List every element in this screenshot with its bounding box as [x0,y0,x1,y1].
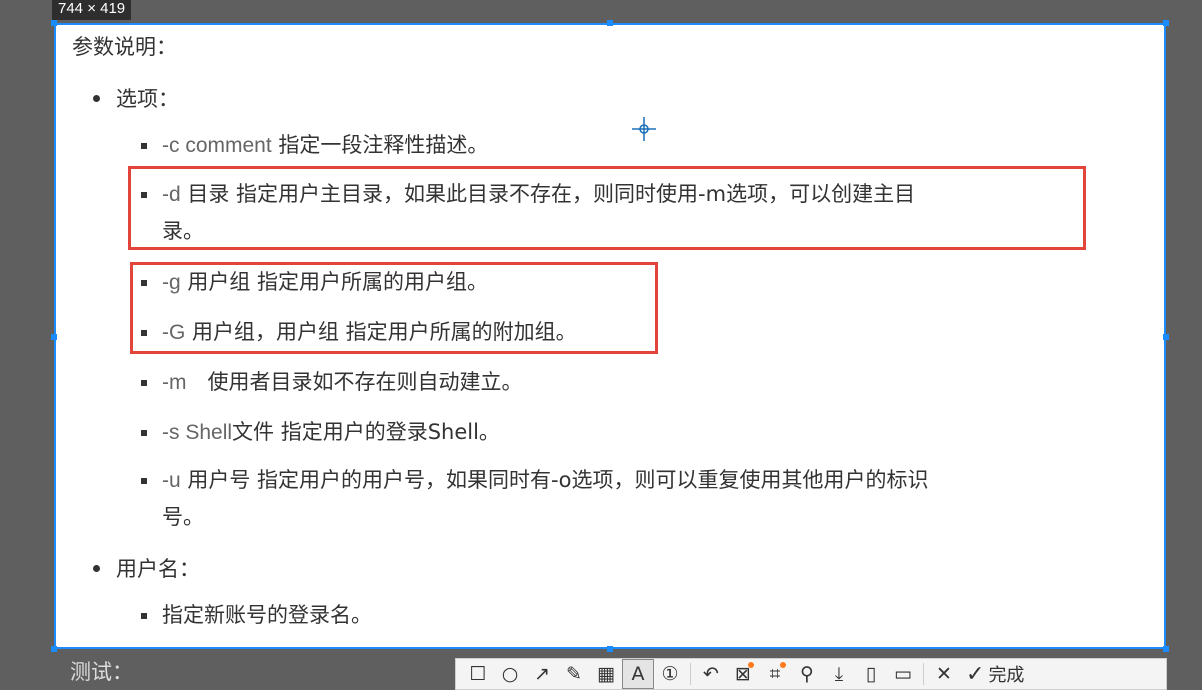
resize-handle-tm[interactable] [607,20,613,26]
download-icon: ⤓ [834,663,844,685]
resize-handle-ml[interactable] [51,334,57,340]
text-icon: A [631,663,645,685]
done-label: 完成 [988,665,1025,686]
list-item: -u 用户号 指定用户的用户号，如果同时有-o选项，则可以重复使用其他用户的标识… [162,468,929,529]
resize-handle-bl[interactable] [51,646,57,652]
bullet-disc [93,565,100,572]
list-item: -c comment 指定一段注释性描述。 [162,133,489,157]
ocr-button[interactable]: ⌗ [759,659,791,689]
save-icon: ▯ [865,663,877,685]
background-text: 测试： [70,660,133,684]
undo-button[interactable]: ↶ [695,659,727,689]
ellipse-tool[interactable]: ○ [494,659,526,689]
resize-handle-tl[interactable] [51,20,57,26]
pin-button[interactable]: ⚲ [791,659,823,689]
bullet-square [141,478,147,484]
mosaic-tool[interactable]: ▦ [590,659,622,689]
copy-button[interactable]: ▭ [887,659,919,689]
bullet-disc [93,95,100,102]
highlight-box-group-options[interactable] [130,262,658,354]
cancel-button[interactable]: ✕ [928,659,960,689]
ocr-icon: ⌗ [769,663,781,685]
resize-handle-mr[interactable] [1163,334,1169,340]
ellipse-icon: ○ [501,663,519,685]
page-heading: 参数说明： [72,35,177,59]
list-item: 指定新账号的登录名。 [162,603,372,627]
selection-size-badge: 744 × 419 [52,0,132,20]
arrow-tool[interactable]: ↗ [526,659,558,689]
notification-dot [748,662,754,668]
number-tool[interactable]: ① [654,659,686,689]
notification-dot [780,662,786,668]
close-icon: ✕ [936,663,952,685]
download-button[interactable]: ⤓ [823,659,855,689]
copy-icon: ▭ [894,663,912,685]
pin-icon: ⚲ [800,663,814,685]
bullet-square [141,380,147,386]
toolbar-divider [923,663,924,685]
bullet-square [141,430,147,436]
rectangle-tool[interactable]: ☐ [462,659,494,689]
text-tool[interactable]: A [622,659,654,689]
mosaic-icon: ▦ [597,663,615,685]
undo-icon: ↶ [703,663,719,685]
annotation-toolbar: ☐ ○ ↗ ✎ ▦ A ① ↶ ⊠ ⌗ ⚲ ⤓ ▯ ▭ ✕ ✓ 完成 [455,658,1167,690]
pencil-icon: ✎ [566,663,582,685]
number-icon: ① [661,663,679,685]
crosshair-cursor-icon [632,117,656,141]
pencil-tool[interactable]: ✎ [558,659,590,689]
highlight-box-d-option[interactable] [128,166,1086,250]
section-label-username: 用户名： [116,557,200,581]
arrow-icon: ↗ [534,663,550,685]
check-icon: ✓ [966,661,985,687]
list-item: -m 使用者目录如不存在则自动建立。 [162,370,523,394]
list-item: -s Shell文件 指定用户的登录Shell。 [162,420,500,444]
resize-handle-br[interactable] [1163,646,1169,652]
capture-region[interactable]: 参数说明： 选项： -c comment 指定一段注释性描述。 -d 目录 指定… [54,23,1166,649]
resize-handle-tr[interactable] [1163,20,1169,26]
toolbar-divider [690,663,691,685]
done-button[interactable]: ✓ 完成 [960,661,1024,687]
section-label-options: 选项： [116,87,179,111]
bullet-square [141,143,147,149]
pin-erase-button[interactable]: ⊠ [727,659,759,689]
bullet-square [141,613,147,619]
rectangle-icon: ☐ [469,663,487,685]
resize-handle-bm[interactable] [607,646,613,652]
save-button[interactable]: ▯ [855,659,887,689]
